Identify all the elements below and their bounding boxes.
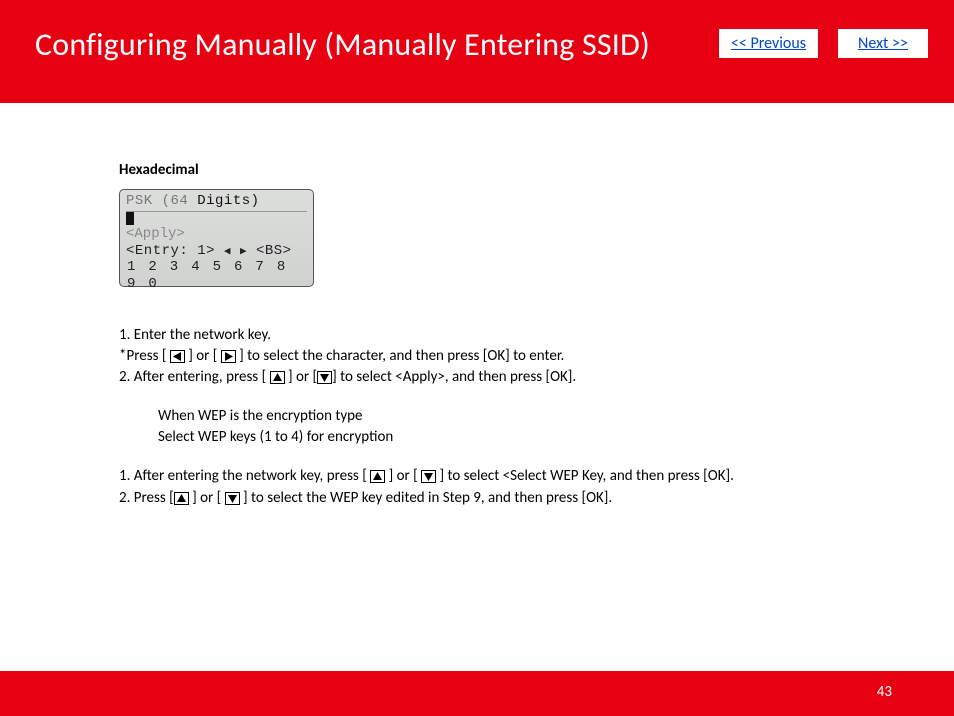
lcd-cursor [126, 212, 134, 225]
step-1-enter-key: 1. Enter the network key. [119, 325, 914, 346]
wep-step-1: 1. After entering the network key, press… [119, 466, 914, 488]
instructions-block-2: 1. After entering the network key, press… [119, 466, 914, 510]
next-button[interactable]: Next >> [838, 29, 928, 58]
header-bar: Configuring Manually (Manually Entering … [0, 0, 954, 103]
txt: ] or [ [189, 489, 225, 507]
wep-note-line-2: Select WEP keys (1 to 4) for encryption [158, 427, 914, 448]
page-number: 43 [877, 683, 892, 701]
lcd-psk-prefix: PSK [126, 193, 162, 209]
right-triangle-icon: ▶ [240, 246, 247, 259]
section-label-hexadecimal: Hexadecimal [119, 161, 914, 179]
lcd-psk-gray: (64 [162, 193, 189, 209]
txt: ] or [ [385, 467, 421, 485]
down-arrow-icon [317, 371, 332, 384]
step-1-note: *Press [ ] or [ ] to select the characte… [119, 346, 914, 367]
step-2-apply: 2. After entering, press [ ] or [ ] to se… [119, 367, 914, 388]
lcd-entry-pre: <Entry: 1> [126, 243, 224, 259]
up-arrow-icon [174, 492, 189, 505]
left-arrow-icon [170, 350, 185, 363]
page-title: Configuring Manually (Manually Entering … [35, 25, 650, 64]
txt: 1. After entering the network key, press… [119, 467, 370, 485]
txt: 2. Press [ [119, 489, 174, 507]
lcd-cursor-row [126, 212, 307, 226]
txt: ] to select <Select WEP Key, and then pr… [436, 467, 734, 485]
txt: ] to select <Apply>, and then press [OK]… [332, 368, 576, 386]
up-arrow-icon [370, 470, 385, 483]
down-arrow-icon [225, 492, 240, 505]
lcd-line-psk: PSK (64 Digits) [126, 193, 307, 212]
wep-step-2: 2. Press [ ] or [ ] to select the WEP ke… [119, 488, 914, 510]
wep-note-block: When WEP is the encryption type Select W… [158, 406, 914, 448]
lcd-apply: <Apply> [126, 226, 307, 243]
lcd-psk-suffix: Digits) [188, 193, 259, 209]
instructions-block-1: 1. Enter the network key. *Press [ ] or … [119, 325, 914, 388]
lcd-entry-row: <Entry: 1> ◀ ▶ <BS> [126, 243, 307, 260]
down-arrow-icon [421, 470, 436, 483]
lcd-screenshot: PSK (64 Digits) <Apply> <Entry: 1> ◀ ▶ <… [119, 189, 314, 287]
footer-bar: 43 [0, 671, 954, 716]
up-arrow-icon [270, 371, 285, 384]
txt: 2. After entering, press [ [119, 368, 270, 386]
txt: ] to select the WEP key edited in Step 9… [240, 489, 613, 507]
previous-button[interactable]: << Previous [719, 29, 818, 58]
nav-button-group: << Previous Next >> [719, 29, 928, 58]
content-area: Hexadecimal PSK (64 Digits) <Apply> <Ent… [0, 103, 954, 510]
txt: *Press [ [119, 347, 170, 365]
right-arrow-icon [221, 350, 236, 363]
lcd-digits: 1 2 3 4 5 6 7 8 9 0 [126, 259, 307, 293]
wep-note-line-1: When WEP is the encryption type [158, 406, 914, 427]
txt: ] or [ [185, 347, 221, 365]
txt: ] or [ [285, 368, 318, 386]
txt: ] to select the character, and then pres… [236, 347, 565, 365]
left-triangle-icon: ◀ [224, 246, 231, 259]
lcd-entry-post: <BS> [247, 243, 292, 259]
